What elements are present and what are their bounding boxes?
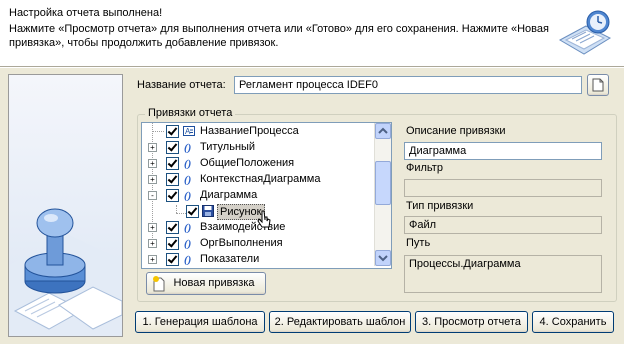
save-image-icon xyxy=(202,205,214,217)
tree-item-label: ОбщиеПоложения xyxy=(200,157,295,169)
checkbox[interactable] xyxy=(166,141,179,154)
tree-item-label: Диаграмма xyxy=(200,189,258,201)
checkbox[interactable] xyxy=(166,173,179,186)
tree-item-label: НазваниеПроцесса xyxy=(200,125,299,137)
tree-item-label: КонтекстнаяДиаграмма xyxy=(200,173,321,185)
scroll-thumb[interactable] xyxy=(375,161,391,205)
filter-field[interactable] xyxy=(404,179,602,197)
scroll-up-button[interactable] xyxy=(375,123,391,139)
svg-text:(): () xyxy=(184,174,191,185)
tree-item[interactable]: A НазваниеПроцесса xyxy=(142,123,372,139)
edit-template-button[interactable]: 2. Редактировать шаблон xyxy=(269,311,411,333)
svg-text:(): () xyxy=(184,190,191,201)
expand-icon[interactable]: + xyxy=(148,175,157,184)
binding-icon: () xyxy=(184,238,191,249)
checkbox[interactable] xyxy=(166,237,179,250)
expand-icon[interactable]: + xyxy=(148,159,157,168)
checkbox[interactable] xyxy=(166,253,179,266)
checkbox[interactable] xyxy=(166,157,179,170)
binding-description-field[interactable]: Диаграмма xyxy=(404,142,602,160)
document-icon xyxy=(592,78,604,92)
path-field[interactable]: Процессы.Диаграмма xyxy=(404,255,602,293)
tree-item[interactable]: + () Показатели xyxy=(142,251,372,267)
checkbox[interactable] xyxy=(166,221,179,234)
chevron-up-icon xyxy=(378,127,388,134)
new-document-icon xyxy=(153,276,165,292)
binding-description-label: Описание привязки xyxy=(406,125,506,137)
tree-item[interactable]: + () Титульный xyxy=(142,139,372,155)
path-label: Путь xyxy=(406,237,431,249)
expand-icon[interactable]: + xyxy=(148,239,157,248)
tree-item-label: Титульный xyxy=(200,141,256,153)
binding-icon: () xyxy=(184,158,191,169)
expand-icon[interactable]: + xyxy=(148,255,157,264)
new-binding-label: Новая привязка xyxy=(173,277,255,289)
binding-icon: () xyxy=(184,174,191,185)
preview-report-button[interactable]: 3. Просмотр отчета xyxy=(415,311,528,333)
bindings-group-title: Привязки отчета xyxy=(145,107,236,119)
scroll-down-button[interactable] xyxy=(375,250,391,266)
bindings-tree[interactable]: A НазваниеПроцесса + () Титульный + () О… xyxy=(141,122,392,269)
checkbox[interactable] xyxy=(166,189,179,202)
tree-item[interactable]: - () Диаграмма xyxy=(142,187,372,203)
collapse-icon[interactable]: - xyxy=(148,191,157,200)
expand-icon[interactable]: + xyxy=(148,143,157,152)
tree-item[interactable]: + () КонтекстнаяДиаграмма xyxy=(142,171,372,187)
chevron-down-icon xyxy=(378,255,388,262)
svg-text:(): () xyxy=(184,238,191,249)
svg-text:(): () xyxy=(184,142,191,153)
text-field-icon: A xyxy=(183,126,195,136)
svg-text:(): () xyxy=(184,158,191,169)
stamp-illustration-icon xyxy=(9,208,122,336)
tree-item[interactable]: + () ОбщиеПоложения xyxy=(142,155,372,171)
svg-text:(): () xyxy=(184,222,191,233)
mouse-cursor-icon xyxy=(257,210,271,228)
svg-text:A: A xyxy=(185,127,191,136)
filter-label: Фильтр xyxy=(406,162,443,174)
report-clock-icon xyxy=(558,10,612,55)
expand-icon[interactable]: + xyxy=(148,223,157,232)
new-binding-button[interactable]: Новая привязка xyxy=(146,272,266,295)
generate-template-button[interactable]: 1. Генерация шаблона xyxy=(135,311,265,333)
tree-item-label: Показатели xyxy=(200,253,260,265)
binding-icon: () xyxy=(184,222,191,233)
checkbox[interactable] xyxy=(166,125,179,138)
tree-item[interactable]: + () ОргВыполнения xyxy=(142,235,372,251)
binding-icon: () xyxy=(184,142,191,153)
wizard-side-banner xyxy=(8,74,123,337)
svg-text:(): () xyxy=(184,254,191,265)
binding-icon: () xyxy=(184,190,191,201)
header-description: Нажмите «Просмотр отчета» для выполнения… xyxy=(9,23,549,49)
binding-icon: () xyxy=(184,254,191,265)
binding-type-label: Тип привязки xyxy=(406,200,474,212)
wizard-header: Настройка отчета выполнена! Нажмите «Про… xyxy=(0,0,624,67)
checkbox[interactable] xyxy=(186,205,199,218)
save-button[interactable]: 4. Сохранить xyxy=(532,311,614,333)
report-name-field[interactable]: Регламент процесса IDEF0 xyxy=(234,76,582,94)
report-name-label: Название отчета: xyxy=(137,79,226,91)
binding-type-field[interactable]: Файл xyxy=(404,216,602,234)
report-name-browse-button[interactable] xyxy=(587,74,609,96)
tree-item-label: ОргВыполнения xyxy=(200,237,283,249)
header-title: Настройка отчета выполнена! xyxy=(9,7,163,19)
tree-scrollbar[interactable] xyxy=(374,123,391,266)
